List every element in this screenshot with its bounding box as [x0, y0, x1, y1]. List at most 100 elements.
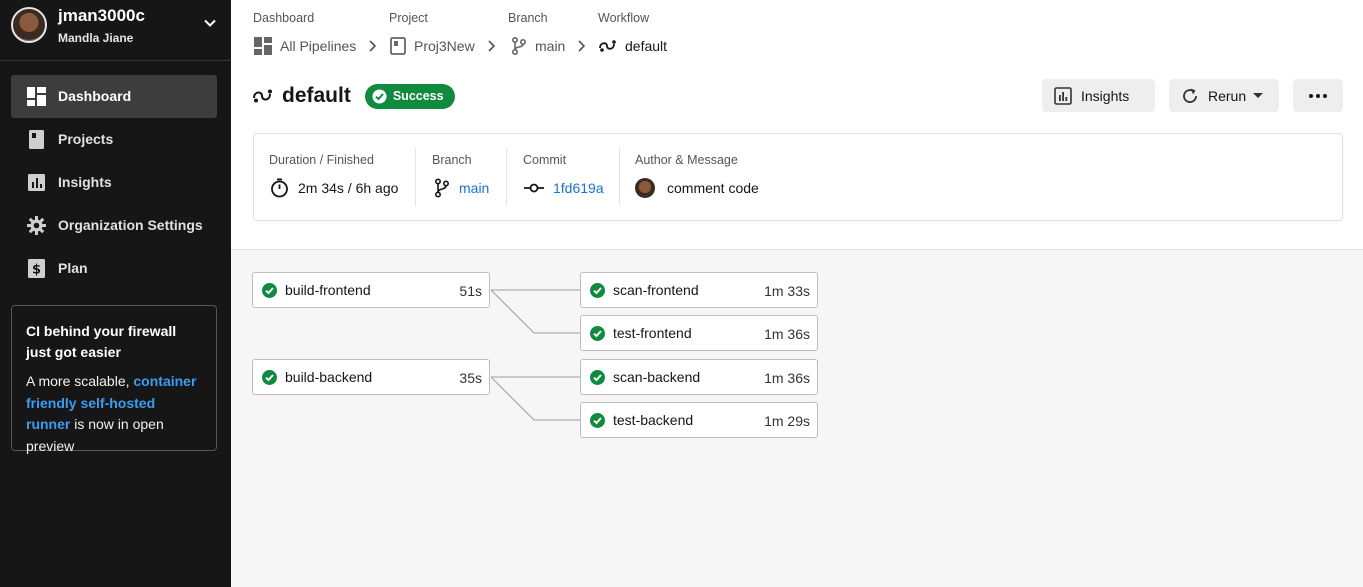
breadcrumb-project[interactable]: Proj3New — [390, 36, 475, 56]
breadcrumb-all-pipelines[interactable]: All Pipelines — [254, 36, 356, 56]
check-circle-icon — [372, 89, 387, 103]
commit-label: Commit — [523, 153, 567, 167]
sidebar-item-organization-settings[interactable]: Organization Settings — [11, 204, 217, 247]
refresh-icon — [1183, 88, 1197, 103]
timer-icon — [271, 178, 288, 198]
promo-body-prefix: A more scalable, — [26, 373, 130, 389]
job-duration: 1m 36s — [764, 326, 810, 342]
sidebar-divider — [0, 60, 231, 61]
job-duration: 35s — [459, 370, 482, 386]
job-scan-backend[interactable]: scan-backend 1m 36s — [580, 359, 818, 395]
sidebar: jman3000c Mandla Jiane Dashboard Project… — [0, 0, 231, 587]
sidebar-item-label: Organization Settings — [58, 217, 203, 233]
duration-column: Duration / Finished 2m 34s / 6h ago — [254, 134, 416, 222]
status-badge-text: Success — [392, 89, 444, 103]
job-name: scan-backend — [613, 369, 701, 385]
check-circle-icon — [590, 413, 605, 428]
job-name: test-backend — [613, 412, 694, 428]
chevron-down-icon[interactable] — [201, 14, 219, 32]
sidebar-item-projects[interactable]: Projects — [11, 118, 217, 161]
job-duration: 1m 29s — [764, 413, 810, 429]
rerun-button-label: Rerun — [1208, 87, 1247, 104]
sidebar-item-dashboard[interactable]: Dashboard — [11, 75, 217, 118]
job-scan-frontend[interactable]: scan-frontend 1m 33s — [580, 272, 818, 308]
rerun-button[interactable]: Rerun — [1169, 79, 1279, 112]
status-badge: Success — [364, 83, 455, 109]
promo-card: CI behind your firewall just got easier … — [11, 305, 217, 454]
svg-text:$: $ — [32, 263, 41, 278]
sidebar-item-insights[interactable]: Insights — [11, 161, 217, 204]
branch-link[interactable]: main — [434, 177, 489, 199]
sidebar-item-label: Dashboard — [58, 88, 132, 104]
breadcrumb-label: Dashboard — [253, 11, 315, 25]
breadcrumb-text: default — [625, 38, 668, 54]
dashboard-icon — [254, 37, 272, 55]
breadcrumb-text: main — [535, 38, 566, 54]
branch-icon — [434, 178, 450, 198]
duration-label: Duration / Finished — [269, 153, 374, 167]
workflow-icon — [599, 40, 616, 52]
insights-icon — [28, 174, 45, 191]
commit-link[interactable]: 1fd619a — [524, 177, 604, 199]
job-name: build-backend — [285, 369, 373, 385]
workflow-summary: Duration / Finished 2m 34s / 6h ago Bran… — [253, 133, 1343, 221]
branch-text: main — [459, 180, 490, 196]
breadcrumb-branch[interactable]: main — [511, 36, 565, 56]
branch-label: Branch — [432, 153, 472, 167]
check-circle-icon — [590, 370, 605, 385]
branch-icon — [512, 37, 527, 55]
insights-button[interactable]: Insights — [1042, 79, 1155, 112]
chevron-right-icon — [578, 40, 586, 52]
projects-icon — [29, 130, 44, 149]
breadcrumb-text: Proj3New — [414, 38, 475, 54]
job-test-backend[interactable]: test-backend 1m 29s — [580, 402, 818, 438]
duration-text: 2m 34s / 6h ago — [298, 180, 399, 196]
author-avatar — [635, 178, 655, 198]
sidebar-item-label: Projects — [58, 131, 114, 147]
more-icon — [1309, 93, 1327, 98]
more-button[interactable] — [1293, 79, 1343, 112]
workflow-icon — [253, 89, 272, 103]
job-duration: 1m 36s — [764, 370, 810, 386]
job-test-frontend[interactable]: test-frontend 1m 36s — [580, 315, 818, 351]
workflow-graph: build-frontend 51s scan-frontend 1m 33s … — [231, 249, 1363, 587]
commit-message: comment code — [667, 180, 759, 196]
user-login: jman3000c — [58, 6, 145, 25]
breadcrumb-label: Project — [389, 11, 428, 25]
caret-down-icon — [1253, 93, 1264, 98]
job-duration: 51s — [459, 283, 482, 299]
check-circle-icon — [262, 283, 277, 298]
main-content: Dashboard Project Branch Workflow All Pi… — [231, 0, 1363, 587]
check-circle-icon — [262, 370, 277, 385]
author-column: Author & Message comment code — [620, 134, 920, 222]
job-name: build-frontend — [285, 282, 371, 298]
job-name: test-frontend — [613, 325, 692, 341]
dashboard-icon — [27, 87, 46, 106]
sidebar-item-plan[interactable]: $ Plan — [11, 247, 217, 290]
branch-column: Branch main — [416, 134, 506, 222]
sidebar-item-label: Plan — [58, 260, 88, 276]
project-icon — [390, 37, 406, 55]
commit-column: Commit 1fd619a — [507, 134, 619, 222]
job-build-backend[interactable]: build-backend 35s — [252, 359, 490, 395]
breadcrumb-text: All Pipelines — [280, 38, 357, 54]
user-switcher[interactable]: jman3000c Mandla Jiane — [0, 0, 231, 60]
job-name: scan-frontend — [613, 282, 699, 298]
user-name: Mandla Jiane — [58, 31, 134, 45]
page-title: default — [282, 84, 351, 107]
breadcrumb-label: Workflow — [598, 11, 650, 25]
author-message-row: comment code — [635, 177, 759, 199]
job-build-frontend[interactable]: build-frontend 51s — [252, 272, 490, 308]
chevron-right-icon — [369, 40, 377, 52]
plan-icon: $ — [28, 259, 45, 278]
insights-icon — [1054, 86, 1072, 105]
insights-button-label: Insights — [1081, 87, 1130, 104]
check-circle-icon — [590, 326, 605, 341]
commit-icon — [524, 183, 544, 193]
author-label: Author & Message — [635, 153, 738, 167]
duration-value: 2m 34s / 6h ago — [270, 177, 398, 199]
promo-title: CI behind your firewall just got easier — [26, 323, 177, 360]
breadcrumb-workflow[interactable]: default — [599, 36, 667, 56]
job-duration: 1m 33s — [764, 283, 810, 299]
avatar — [11, 7, 47, 43]
